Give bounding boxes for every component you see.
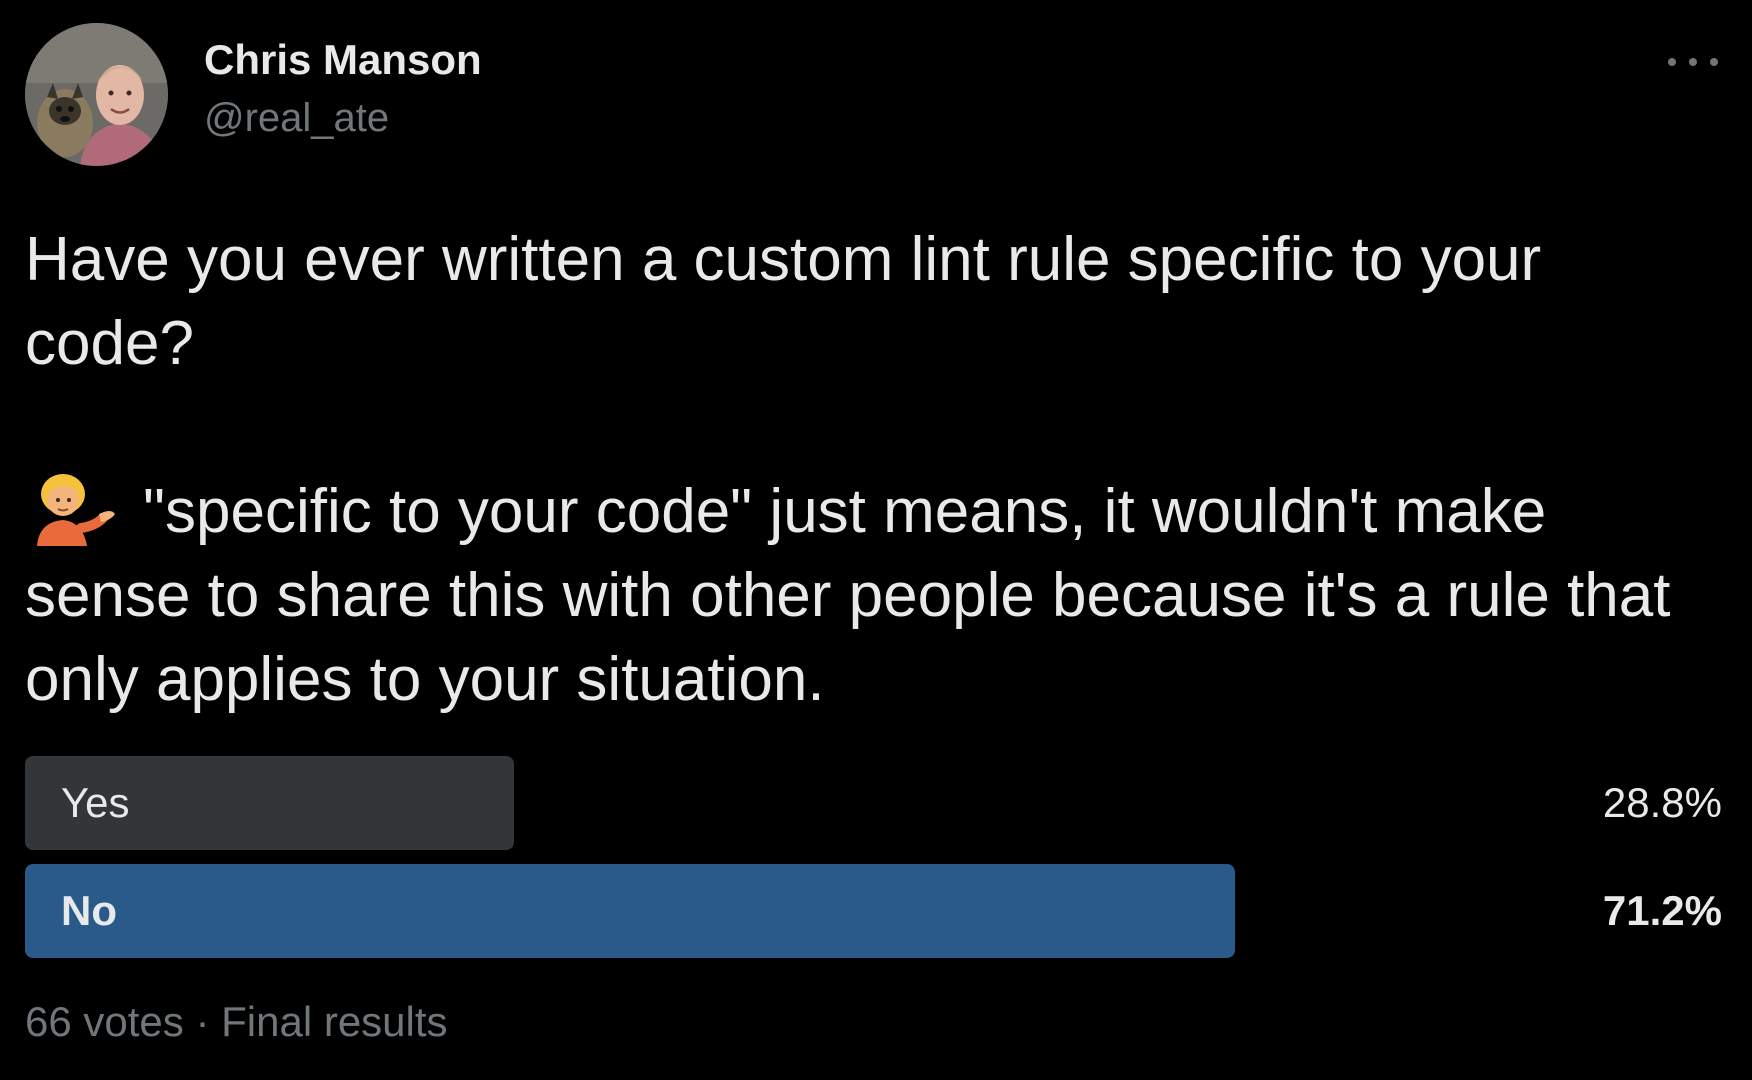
tweet-text-line1: Have you ever written a custom lint rule… bbox=[25, 225, 1542, 378]
poll-option-percent: 28.8% bbox=[1602, 779, 1722, 826]
tweet-text: Have you ever written a custom lint rule… bbox=[25, 218, 1705, 722]
poll-option-label: Yes bbox=[61, 779, 130, 826]
poll: Yes 28.8% No 71.2% bbox=[25, 756, 1722, 972]
poll-option-percent: 71.2% bbox=[1602, 887, 1722, 934]
poll-status: Final results bbox=[221, 998, 448, 1045]
profile-photo-icon bbox=[25, 23, 168, 166]
poll-option-yes[interactable]: Yes 28.8% bbox=[25, 756, 1722, 850]
more-options-button[interactable] bbox=[1668, 44, 1718, 80]
poll-bar bbox=[25, 864, 1235, 958]
poll-option-no[interactable]: No 71.2% bbox=[25, 864, 1722, 958]
tweet-text-paragraph2: "specific to your code" just means, it w… bbox=[25, 470, 1705, 722]
person-tipping-hand-emoji-icon bbox=[25, 472, 117, 546]
poll-summary: 66 votes · Final results bbox=[25, 998, 448, 1046]
poll-option-label: No bbox=[61, 887, 117, 934]
tweet-text-line2: "specific to your code" just means, it w… bbox=[25, 477, 1671, 714]
author-handle[interactable]: @real_ate bbox=[204, 96, 389, 141]
more-horizontal-icon bbox=[1668, 58, 1676, 66]
poll-votes-count: 66 votes bbox=[25, 998, 184, 1045]
tweet: Chris Manson @real_ate Have you ever wri… bbox=[0, 0, 1752, 1080]
avatar[interactable] bbox=[25, 23, 168, 166]
author-display-name[interactable]: Chris Manson bbox=[204, 36, 482, 84]
poll-separator: · bbox=[195, 998, 210, 1045]
